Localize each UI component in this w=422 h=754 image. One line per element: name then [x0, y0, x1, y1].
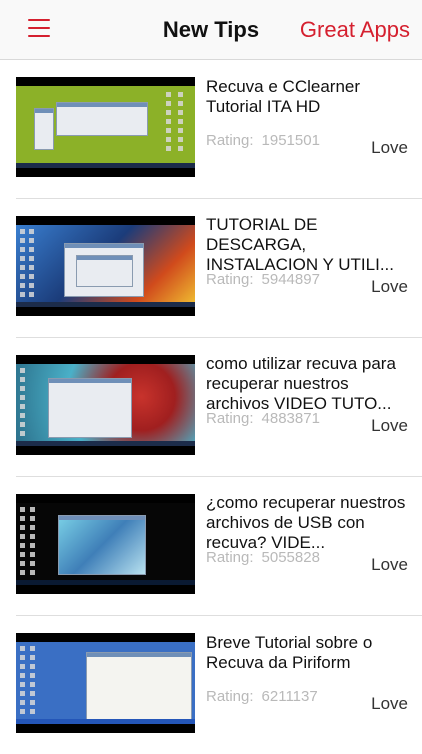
rating-value: 5055828 — [261, 549, 320, 566]
rating-value: 4883871 — [261, 410, 320, 427]
video-thumbnail — [16, 494, 195, 594]
rating: Rating: 1951501 — [206, 132, 320, 149]
list-item[interactable]: ¿como recuperar nuestros archivos de USB… — [16, 477, 422, 616]
rating: Rating: 6211137 — [206, 688, 318, 705]
list-item[interactable]: como utilizar recuva para recuperar nues… — [16, 338, 422, 477]
love-button[interactable]: Love — [371, 277, 408, 297]
list-item[interactable]: Recuva e CClearner Tutorial ITA HD Ratin… — [16, 60, 422, 199]
video-title: como utilizar recuva para recuperar nues… — [206, 354, 396, 413]
rating: Rating: 5944897 — [206, 271, 320, 288]
video-thumbnail — [16, 77, 195, 177]
love-button[interactable]: Love — [371, 138, 408, 158]
rating-label: Rating: — [206, 271, 254, 288]
video-title: TUTORIAL DE DESCARGA, INSTALACION Y UTIL… — [206, 215, 394, 274]
rating-value: 6211137 — [261, 688, 318, 705]
rating-label: Rating: — [206, 410, 254, 427]
video-list: Recuva e CClearner Tutorial ITA HD Ratin… — [0, 60, 422, 754]
love-button[interactable]: Love — [371, 416, 408, 436]
rating-label: Rating: — [206, 132, 254, 149]
rating: Rating: 5055828 — [206, 549, 320, 566]
navigation-bar: New Tips Great Apps — [0, 0, 422, 60]
rating-label: Rating: — [206, 688, 254, 705]
list-item[interactable]: TUTORIAL DE DESCARGA, INSTALACION Y UTIL… — [16, 199, 422, 338]
rating-label: Rating: — [206, 549, 254, 566]
love-button[interactable]: Love — [371, 694, 408, 714]
video-title: Breve Tutorial sobre o Recuva da Pirifor… — [206, 633, 373, 672]
rating-value: 5944897 — [261, 271, 320, 288]
rating: Rating: 4883871 — [206, 410, 320, 427]
love-button[interactable]: Love — [371, 555, 408, 575]
great-apps-button[interactable]: Great Apps — [300, 17, 410, 43]
video-thumbnail — [16, 355, 195, 455]
rating-value: 1951501 — [261, 132, 320, 149]
video-title: ¿como recuperar nuestros archivos de USB… — [206, 493, 406, 552]
video-title: Recuva e CClearner Tutorial ITA HD — [206, 77, 361, 116]
video-thumbnail — [16, 216, 195, 316]
video-thumbnail — [16, 633, 195, 733]
list-item[interactable]: Breve Tutorial sobre o Recuva da Pirifor… — [16, 616, 422, 754]
